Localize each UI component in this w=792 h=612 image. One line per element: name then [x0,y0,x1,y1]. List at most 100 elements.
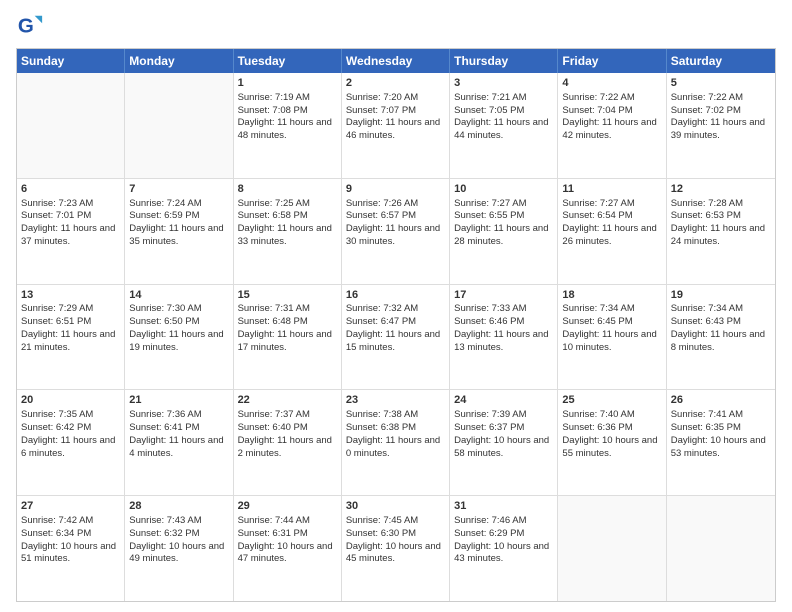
calendar-day-26: 26Sunrise: 7:41 AM Sunset: 6:35 PM Dayli… [667,390,775,495]
daylight-text: Daylight: 11 hours and 13 minutes. [454,329,548,353]
calendar-day-23: 23Sunrise: 7:38 AM Sunset: 6:38 PM Dayli… [342,390,450,495]
calendar-day-2: 2Sunrise: 7:20 AM Sunset: 7:07 PM Daylig… [342,73,450,178]
sunrise-text: Sunrise: 7:22 AM [562,92,634,103]
calendar-day-17: 17Sunrise: 7:33 AM Sunset: 6:46 PM Dayli… [450,285,558,390]
day-number: 28 [129,499,228,514]
day-number: 19 [671,288,771,303]
daylight-text: Daylight: 11 hours and 0 minutes. [346,435,440,459]
page-container: G SundayMondayTuesdayWednesdayThursdayFr… [0,0,792,612]
calendar-day-3: 3Sunrise: 7:21 AM Sunset: 7:05 PM Daylig… [450,73,558,178]
sunset-text: Sunset: 6:38 PM [346,422,416,433]
calendar-day-24: 24Sunrise: 7:39 AM Sunset: 6:37 PM Dayli… [450,390,558,495]
sunset-text: Sunset: 6:57 PM [346,210,416,221]
sunset-text: Sunset: 6:34 PM [21,528,91,539]
daylight-text: Daylight: 10 hours and 58 minutes. [454,435,549,459]
sunset-text: Sunset: 6:31 PM [238,528,308,539]
daylight-text: Daylight: 11 hours and 30 minutes. [346,223,440,247]
calendar-day-21: 21Sunrise: 7:36 AM Sunset: 6:41 PM Dayli… [125,390,233,495]
calendar: SundayMondayTuesdayWednesdayThursdayFrid… [16,48,776,602]
daylight-text: Daylight: 10 hours and 47 minutes. [238,541,333,565]
daylight-text: Daylight: 11 hours and 28 minutes. [454,223,548,247]
calendar-day-empty [667,496,775,601]
sunset-text: Sunset: 6:47 PM [346,316,416,327]
calendar-day-6: 6Sunrise: 7:23 AM Sunset: 7:01 PM Daylig… [17,179,125,284]
header-day-thursday: Thursday [450,49,558,73]
calendar-day-19: 19Sunrise: 7:34 AM Sunset: 6:43 PM Dayli… [667,285,775,390]
day-number: 16 [346,288,445,303]
sunrise-text: Sunrise: 7:33 AM [454,303,526,314]
sunset-text: Sunset: 7:08 PM [238,105,308,116]
calendar-day-31: 31Sunrise: 7:46 AM Sunset: 6:29 PM Dayli… [450,496,558,601]
calendar-day-7: 7Sunrise: 7:24 AM Sunset: 6:59 PM Daylig… [125,179,233,284]
daylight-text: Daylight: 10 hours and 45 minutes. [346,541,441,565]
sunset-text: Sunset: 6:29 PM [454,528,524,539]
sunset-text: Sunset: 6:53 PM [671,210,741,221]
calendar-day-empty [125,73,233,178]
day-number: 9 [346,182,445,197]
calendar-week-3: 20Sunrise: 7:35 AM Sunset: 6:42 PM Dayli… [17,390,775,496]
sunset-text: Sunset: 6:50 PM [129,316,199,327]
sunrise-text: Sunrise: 7:27 AM [454,198,526,209]
daylight-text: Daylight: 11 hours and 10 minutes. [562,329,656,353]
calendar-header-row: SundayMondayTuesdayWednesdayThursdayFrid… [17,49,775,73]
sunrise-text: Sunrise: 7:25 AM [238,198,310,209]
daylight-text: Daylight: 11 hours and 21 minutes. [21,329,115,353]
day-number: 6 [21,182,120,197]
daylight-text: Daylight: 11 hours and 44 minutes. [454,117,548,141]
calendar-day-14: 14Sunrise: 7:30 AM Sunset: 6:50 PM Dayli… [125,285,233,390]
calendar-day-5: 5Sunrise: 7:22 AM Sunset: 7:02 PM Daylig… [667,73,775,178]
daylight-text: Daylight: 11 hours and 19 minutes. [129,329,223,353]
calendar-day-empty [558,496,666,601]
day-number: 17 [454,288,553,303]
header-day-sunday: Sunday [17,49,125,73]
sunrise-text: Sunrise: 7:34 AM [671,303,743,314]
daylight-text: Daylight: 11 hours and 39 minutes. [671,117,765,141]
sunrise-text: Sunrise: 7:22 AM [671,92,743,103]
day-number: 14 [129,288,228,303]
day-number: 11 [562,182,661,197]
day-number: 24 [454,393,553,408]
day-number: 29 [238,499,337,514]
day-number: 10 [454,182,553,197]
daylight-text: Daylight: 11 hours and 24 minutes. [671,223,765,247]
sunrise-text: Sunrise: 7:24 AM [129,198,201,209]
sunrise-text: Sunrise: 7:40 AM [562,409,634,420]
day-number: 18 [562,288,661,303]
sunset-text: Sunset: 6:51 PM [21,316,91,327]
calendar-day-1: 1Sunrise: 7:19 AM Sunset: 7:08 PM Daylig… [234,73,342,178]
day-number: 7 [129,182,228,197]
sunrise-text: Sunrise: 7:46 AM [454,515,526,526]
sunrise-text: Sunrise: 7:27 AM [562,198,634,209]
day-number: 13 [21,288,120,303]
sunset-text: Sunset: 6:42 PM [21,422,91,433]
daylight-text: Daylight: 11 hours and 8 minutes. [671,329,765,353]
daylight-text: Daylight: 11 hours and 2 minutes. [238,435,332,459]
calendar-day-16: 16Sunrise: 7:32 AM Sunset: 6:47 PM Dayli… [342,285,450,390]
sunrise-text: Sunrise: 7:43 AM [129,515,201,526]
sunrise-text: Sunrise: 7:34 AM [562,303,634,314]
sunrise-text: Sunrise: 7:21 AM [454,92,526,103]
header: G [16,12,776,40]
day-number: 27 [21,499,120,514]
logo-icon: G [16,12,44,40]
sunrise-text: Sunrise: 7:42 AM [21,515,93,526]
day-number: 8 [238,182,337,197]
daylight-text: Daylight: 10 hours and 55 minutes. [562,435,657,459]
calendar-day-20: 20Sunrise: 7:35 AM Sunset: 6:42 PM Dayli… [17,390,125,495]
header-day-tuesday: Tuesday [234,49,342,73]
sunset-text: Sunset: 6:45 PM [562,316,632,327]
sunset-text: Sunset: 7:05 PM [454,105,524,116]
sunset-text: Sunset: 7:02 PM [671,105,741,116]
calendar-day-9: 9Sunrise: 7:26 AM Sunset: 6:57 PM Daylig… [342,179,450,284]
daylight-text: Daylight: 11 hours and 35 minutes. [129,223,223,247]
header-day-monday: Monday [125,49,233,73]
sunset-text: Sunset: 6:58 PM [238,210,308,221]
daylight-text: Daylight: 11 hours and 26 minutes. [562,223,656,247]
day-number: 5 [671,76,771,91]
sunrise-text: Sunrise: 7:44 AM [238,515,310,526]
calendar-week-1: 6Sunrise: 7:23 AM Sunset: 7:01 PM Daylig… [17,179,775,285]
daylight-text: Daylight: 11 hours and 37 minutes. [21,223,115,247]
day-number: 25 [562,393,661,408]
sunrise-text: Sunrise: 7:45 AM [346,515,418,526]
sunset-text: Sunset: 6:35 PM [671,422,741,433]
